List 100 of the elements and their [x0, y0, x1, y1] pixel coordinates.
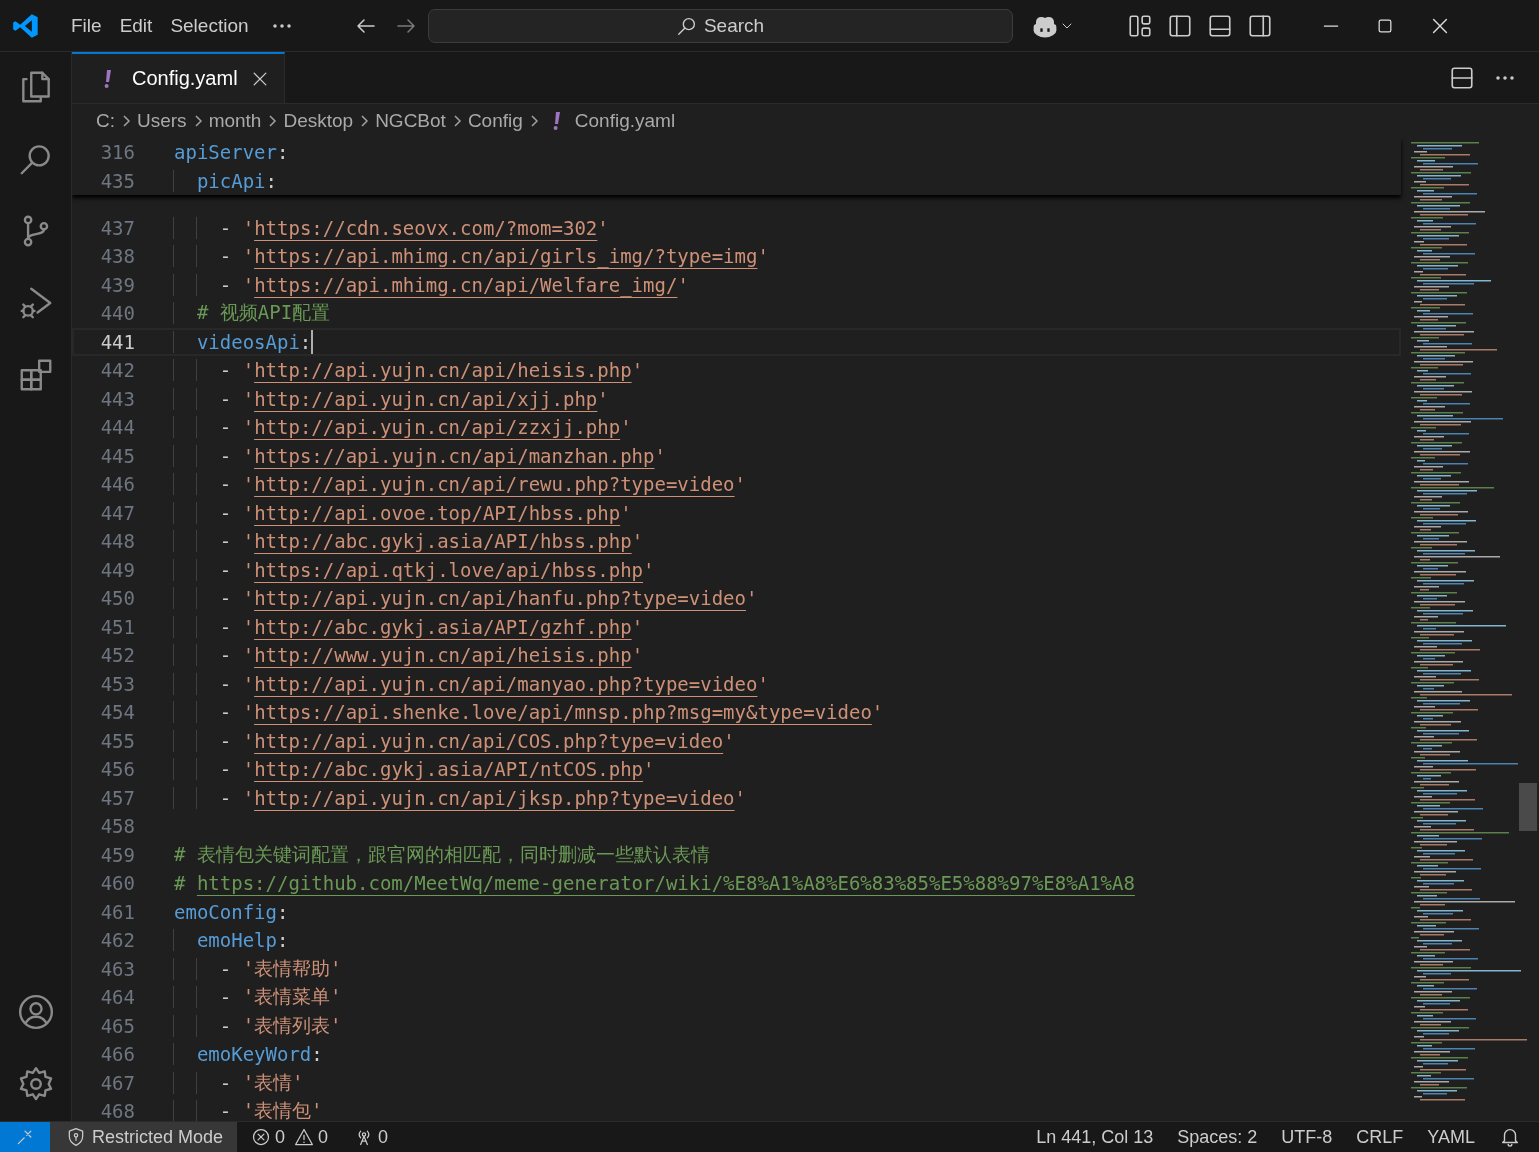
line-number: 449	[99, 558, 135, 581]
code-line: - 'https://api.mhimg.cn/api/Welfare_img/'	[174, 273, 689, 296]
line-number: 438	[99, 245, 135, 268]
line-number: 450	[99, 587, 135, 610]
breadcrumb-item[interactable]: Config	[467, 110, 523, 132]
menu-item[interactable]: File	[62, 10, 111, 41]
customize-layout-icon[interactable]	[1126, 12, 1153, 39]
line-number: 458	[99, 815, 135, 838]
line-number: 447	[99, 501, 135, 524]
code-line: - 'http://api.yujn.cn/api/hanfu.php?type=video'	[174, 587, 758, 610]
primary-sidebar-icon[interactable]	[1166, 12, 1193, 39]
line-number: 463	[99, 957, 135, 980]
code-line: - 'http://api.yujn.cn/api/jksp.php?type=video'	[174, 786, 746, 809]
line-number: 439	[99, 273, 135, 296]
code-line: - 'https://api.mhimg.cn/api/girls_img/?type=img'	[174, 245, 769, 268]
line-number: 451	[99, 615, 135, 638]
code-line: - 'http://abc.gykj.asia/API/ntCOS.php'	[174, 758, 655, 781]
breadcrumb-item[interactable]: Desktop	[283, 110, 354, 132]
menu-item[interactable]: Selection	[161, 10, 258, 41]
editor-tab[interactable]: Config.yaml	[72, 52, 285, 103]
search-field[interactable]: Search	[427, 8, 1013, 43]
breadcrumb-item[interactable]: Config.yaml	[574, 110, 676, 132]
menu-item[interactable]: Edit	[110, 10, 162, 41]
breadcrumb-item[interactable]: NGCBot	[375, 110, 446, 132]
split-editor-icon[interactable]	[1449, 64, 1475, 91]
line-number: 441	[99, 330, 135, 353]
code-line: - 'http://abc.gykj.asia/API/gzhf.php'	[174, 615, 644, 638]
code-line: picApi:	[174, 169, 277, 192]
line-ending-setting[interactable]: CRLF	[1350, 1126, 1410, 1148]
chevron-icon	[528, 114, 539, 128]
indentation-setting[interactable]: Spaces: 2	[1171, 1126, 1264, 1148]
restricted-mode-button[interactable]: Restricted Mode	[50, 1122, 238, 1152]
code-line: - 'https://api.yujn.cn/api/manzhan.php'	[174, 444, 666, 467]
code-line: - 'http://www.yujn.cn/api/heisis.php'	[174, 644, 644, 667]
line-number: 443	[99, 387, 135, 410]
shield-icon[interactable]	[66, 1127, 86, 1147]
line-number: 461	[99, 900, 135, 923]
line-number: 437	[99, 216, 135, 239]
breadcrumb-item[interactable]: Users	[137, 110, 187, 132]
code-line: - '表情'	[174, 1069, 304, 1096]
code-line: apiServer:	[174, 141, 289, 164]
error-icon[interactable]	[251, 1127, 272, 1147]
ports-button[interactable]: 0	[348, 1126, 395, 1148]
code-line: # 视频API配置	[174, 300, 331, 327]
code-line: - 'https://api.qtkj.love/api/hbss.php'	[174, 558, 655, 581]
bell-icon[interactable]	[1499, 1126, 1521, 1148]
line-number: 445	[99, 444, 135, 467]
code-line: - 'http://api.yujn.cn/api/heisis.php'	[174, 359, 644, 382]
code-line: emoKeyWord:	[174, 1043, 323, 1066]
code-line: - 'http://abc.gykj.asia/API/hbss.php'	[174, 530, 644, 553]
code-line: - 'https://api.shenke.love/api/mnsp.php?msg=my&type=video'	[174, 701, 884, 724]
chevron-icon	[451, 114, 462, 128]
code-line: # 表情包关键词配置，跟官网的相匹配，同时删减一些默认表情	[174, 841, 710, 867]
code-line: - 'http://api.yujn.cn/api/zzxjj.php'	[174, 416, 632, 439]
line-number: 464	[99, 986, 135, 1009]
problems-button[interactable]: 0 0	[245, 1126, 335, 1148]
exclamation-icon	[552, 111, 561, 131]
code-line: emoConfig:	[174, 900, 289, 923]
code-line: - 'http://api.yujn.cn/api/xjj.php'	[174, 387, 609, 410]
code-line: emoHelp:	[174, 929, 289, 952]
language-mode[interactable]: YAML	[1421, 1126, 1481, 1148]
line-number: 453	[99, 672, 135, 695]
line-number: 459	[99, 843, 135, 866]
code-line: - '表情帮助'	[174, 955, 342, 982]
chevron-icon	[359, 114, 370, 128]
code-line: videosApi:	[174, 329, 314, 354]
line-number: 435	[99, 169, 135, 192]
text-cursor	[311, 329, 314, 354]
line-number: 316	[99, 141, 135, 164]
code-line: - '表情菜单'	[174, 984, 342, 1011]
account-icon[interactable]	[16, 993, 55, 1031]
encoding-setting[interactable]: UTF-8	[1275, 1126, 1339, 1148]
code-line: - 'http://api.yujn.cn/api/COS.php?type=video'	[174, 729, 735, 752]
cursor-position[interactable]: Ln 441, Col 13	[1030, 1126, 1160, 1148]
line-number: 448	[99, 530, 135, 553]
line-number: 468	[99, 1100, 135, 1121]
code-line: - 'http://api.yujn.cn/api/rewu.php?type=video'	[174, 473, 746, 496]
code-line: # https://github.com/MeetWq/meme-generator/wiki/%E8%A1%A8%E6%83%85%E5%88%97%E8%A1%A8	[174, 872, 1135, 895]
panel-icon[interactable]	[1206, 12, 1233, 39]
breadcrumb-item[interactable]: month	[208, 110, 262, 132]
chevron-icon	[121, 114, 131, 128]
line-number: 456	[99, 758, 135, 781]
line-number: 460	[99, 872, 135, 895]
line-number: 457	[99, 786, 135, 809]
chevron-icon	[192, 114, 203, 128]
line-number: 462	[99, 929, 135, 952]
line-number: 455	[99, 729, 135, 752]
scrollbar-thumb[interactable]	[1519, 783, 1537, 831]
line-number: 465	[99, 1014, 135, 1037]
warning-icon[interactable]	[294, 1127, 315, 1147]
code-line: - '表情列表'	[174, 1012, 342, 1039]
code-line: - 'http://api.yujn.cn/api/manyao.php?type=video'	[174, 672, 769, 695]
line-number: 440	[99, 302, 135, 325]
line-number: 444	[99, 416, 135, 439]
secondary-sidebar-icon[interactable]	[1246, 12, 1273, 39]
breadcrumb-item[interactable]: C:	[96, 110, 115, 132]
code-line: - 'https://cdn.seovx.com/?mom=302'	[174, 216, 609, 239]
exclamation-icon	[104, 68, 112, 89]
line-number: 446	[99, 473, 135, 496]
code-line: - 'http://api.ovoe.top/API/hbss.php'	[174, 501, 632, 524]
